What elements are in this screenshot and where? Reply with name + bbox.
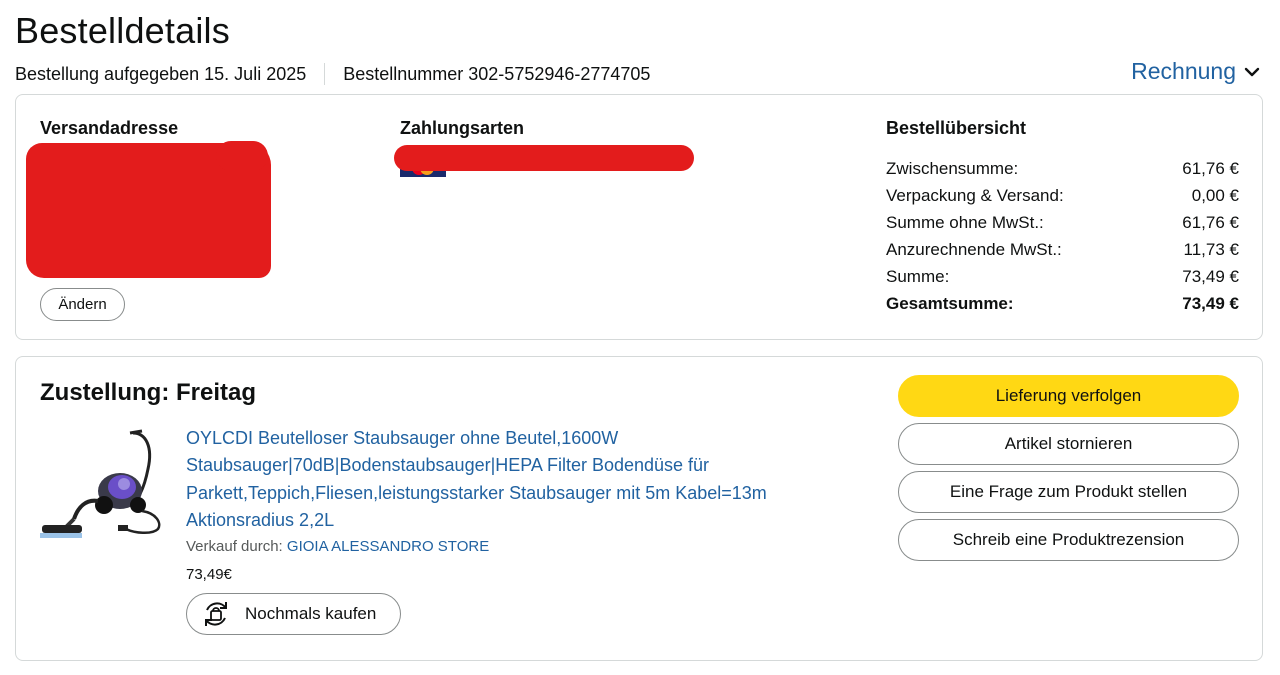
- order-summary-card: Versandadresse Ändern Zahlungsarten Best…: [15, 94, 1263, 340]
- summary-row-net: Summe ohne MwSt.: 61,76 €: [886, 209, 1239, 236]
- order-overview-heading: Bestellübersicht: [886, 118, 1027, 138]
- summary-value: 11,73 €: [1183, 239, 1239, 259]
- seller-link[interactable]: GIOIA ALESSANDRO STORE: [287, 538, 489, 555]
- buy-again-label: Nochmals kaufen: [245, 604, 377, 623]
- summary-label: Gesamtsumme:: [886, 293, 1014, 313]
- summary-value: 61,76 €: [1182, 158, 1239, 178]
- summary-label: Anzurechnende MwSt.:: [886, 239, 1062, 259]
- summary-label: Zwischensumme:: [886, 158, 1019, 178]
- change-address-button[interactable]: Ändern: [40, 288, 125, 321]
- summary-value: 0,00 €: [1191, 185, 1239, 205]
- ask-question-button[interactable]: Eine Frage zum Produkt stellen: [898, 471, 1239, 513]
- summary-row-sum: Summe: 73,49 €: [886, 263, 1239, 290]
- summary-label: Summe ohne MwSt.:: [886, 212, 1044, 232]
- track-delivery-button[interactable]: Lieferung verfolgen: [898, 375, 1239, 417]
- summary-label: Verpackung & Versand:: [886, 185, 1064, 205]
- order-date: Bestellung aufgegeben 15. Juli 2025: [15, 63, 307, 84]
- vacuum-cleaner-image[interactable]: [38, 429, 168, 541]
- order-meta: Bestellung aufgegeben 15. Juli 2025 Best…: [15, 63, 650, 85]
- summary-row-subtotal: Zwischensumme: 61,76 €: [886, 155, 1239, 182]
- summary-row-shipping: Verpackung & Versand: 0,00 €: [886, 182, 1239, 209]
- shipping-address-heading: Versandadresse: [40, 118, 179, 138]
- seller-line: Verkauf durch: GIOIA ALESSANDRO STORE: [186, 538, 489, 555]
- payment-redaction: [394, 145, 694, 171]
- summary-value: 73,49 €: [1182, 293, 1239, 313]
- order-overview-list: Zwischensumme: 61,76 € Verpackung & Vers…: [886, 155, 1239, 317]
- chevron-down-icon: [1244, 67, 1260, 76]
- summary-row-grand-total: Gesamtsumme: 73,49 €: [886, 290, 1239, 317]
- delivery-actions: Lieferung verfolgen Artikel stornieren E…: [898, 375, 1239, 567]
- summary-row-vat: Anzurechnende MwSt.: 11,73 €: [886, 236, 1239, 263]
- summary-value: 61,76 €: [1182, 212, 1239, 232]
- product-price: 73,49€: [186, 566, 232, 583]
- product-title-link[interactable]: OYLCDI Beutelloser Staubsauger ohne Beut…: [186, 425, 836, 534]
- seller-prefix: Verkauf durch:: [186, 538, 287, 555]
- order-number: Bestellnummer 302-5752946-2774705: [343, 63, 651, 84]
- invoice-label: Rechnung: [1131, 58, 1236, 84]
- meta-divider: [324, 63, 326, 85]
- cancel-item-button[interactable]: Artikel stornieren: [898, 423, 1239, 465]
- summary-label: Summe:: [886, 266, 950, 286]
- invoice-dropdown[interactable]: Rechnung: [1131, 58, 1262, 85]
- buy-again-button[interactable]: Nochmals kaufen: [186, 593, 401, 635]
- payment-methods-heading: Zahlungsarten: [400, 118, 525, 138]
- delivery-card: Zustellung: Freitag OYLCDI Beutelloser S…: [15, 356, 1263, 661]
- summary-value: 73,49 €: [1182, 266, 1239, 286]
- address-redaction-edge: [216, 141, 268, 171]
- page-title: Bestelldetails: [15, 10, 230, 51]
- buy-again-icon: [205, 602, 227, 626]
- delivery-heading: Zustellung: Freitag: [40, 379, 256, 406]
- write-review-button[interactable]: Schreib eine Produktrezension: [898, 519, 1239, 561]
